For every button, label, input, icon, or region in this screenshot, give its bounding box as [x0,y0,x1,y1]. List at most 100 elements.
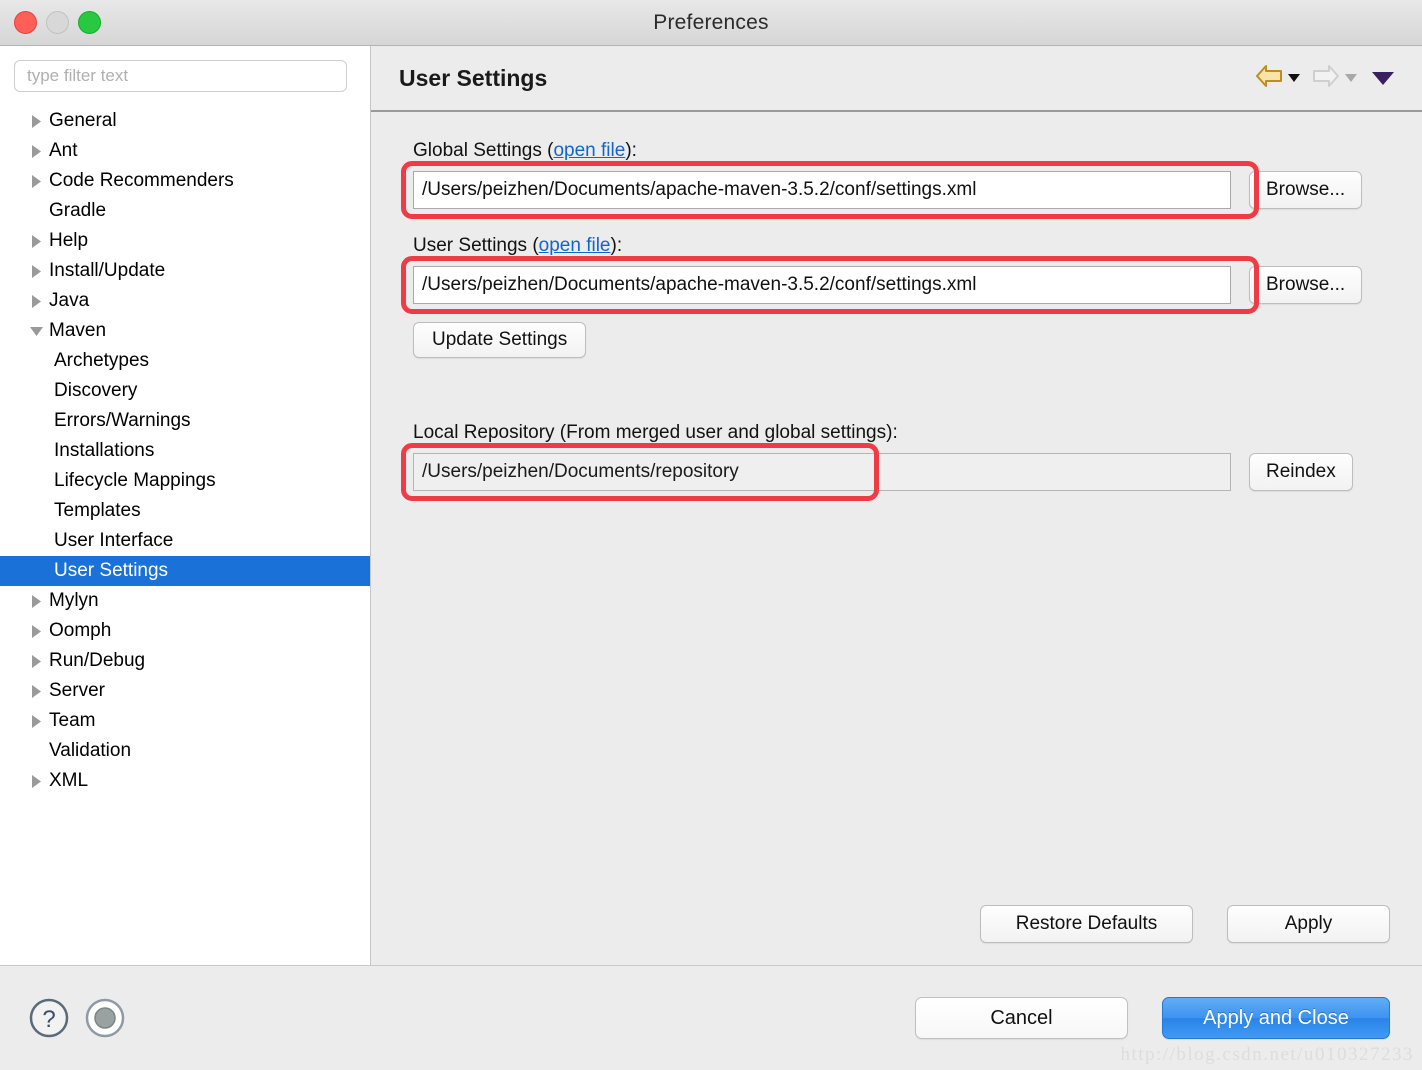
twisty-collapsed-icon[interactable] [28,774,45,789]
forward-arrow-icon [1311,63,1341,94]
sidebar-item-label: XML [49,770,89,791]
sidebar-item-archetypes[interactable]: Archetypes [0,346,370,376]
sidebar-item-label: Code Recommenders [49,170,234,191]
sidebar-item-oomph[interactable]: Oomph [0,616,370,646]
question-mark-help-icon[interactable]: ? [28,997,70,1039]
watermark-text: http://blog.csdn.net/u010327233 [1120,1044,1414,1065]
sidebar-item-label: Ant [49,140,78,161]
user-settings-open-file-link[interactable]: open file [539,235,611,256]
twisty-collapsed-icon[interactable] [28,174,45,189]
sidebar-item-label: User Interface [54,530,174,551]
sidebar-item-label: Validation [49,740,132,761]
back-chevron-down-icon[interactable] [1288,74,1300,82]
sidebar-item-label: Team [49,710,96,731]
window-titlebar: Preferences [0,0,1422,46]
user-settings-label-prefix: User Settings ( [413,235,539,256]
sidebar-item-installations[interactable]: Installations [0,436,370,466]
restore-defaults-button[interactable]: Restore Defaults [980,905,1193,943]
sidebar-item-gradle[interactable]: Gradle [0,196,370,226]
update-settings-button[interactable]: Update Settings [413,322,587,358]
twisty-collapsed-icon[interactable] [28,684,45,699]
sidebar-item-label: General [49,110,117,131]
sidebar-item-label: Server [49,680,105,701]
view-menu-chevron-icon[interactable] [1372,71,1394,85]
header-navigation [1254,63,1394,94]
sidebar-item-label: Maven [49,320,107,341]
local-repository-row: /Users/peizhen/Documents/repository Rein… [401,443,1390,501]
sidebar-item-label: Java [49,290,90,311]
twisty-collapsed-icon[interactable] [28,264,45,279]
back-arrow-icon [1254,63,1284,94]
sidebar-item-code-recommenders[interactable]: Code Recommenders [0,166,370,196]
global-settings-open-file-link[interactable]: open file [553,140,625,161]
sidebar-item-label: Errors/Warnings [54,410,191,431]
twisty-collapsed-icon[interactable] [28,294,45,309]
sidebar-item-label: Install/Update [49,260,166,281]
sidebar-item-run-debug[interactable]: Run/Debug [0,646,370,676]
sidebar-item-errors-warnings[interactable]: Errors/Warnings [0,406,370,436]
footer-left-icons: ? [28,997,126,1039]
page-title: User Settings [399,64,548,91]
minimize-button[interactable] [46,11,69,34]
sidebar-item-team[interactable]: Team [0,706,370,736]
apply-button[interactable]: Apply [1227,905,1390,943]
sidebar-item-validation[interactable]: Validation [0,736,370,766]
sidebar-item-xml[interactable]: XML [0,766,370,796]
sidebar-item-java[interactable]: Java [0,286,370,316]
twisty-collapsed-icon[interactable] [28,654,45,669]
sidebar-item-label: Installations [54,440,155,461]
forward-chevron-down-icon[interactable] [1345,74,1357,82]
global-settings-label-suffix: ): [625,140,637,161]
svg-text:?: ? [42,1006,55,1033]
global-settings-label: Global Settings (open file): [413,140,1390,162]
sidebar-item-label: Discovery [54,380,138,401]
sidebar-item-label: Lifecycle Mappings [54,470,216,491]
twisty-collapsed-icon[interactable] [28,624,45,639]
sidebar-item-label: Run/Debug [49,650,146,671]
twisty-collapsed-icon[interactable] [28,144,45,159]
global-settings-label-prefix: Global Settings ( [413,140,554,161]
sidebar-item-label: Archetypes [54,350,150,371]
preferences-window: Preferences GeneralAntCode RecommendersG… [0,0,1422,1070]
sidebar-item-user-interface[interactable]: User Interface [0,526,370,556]
twisty-expanded-icon[interactable] [28,325,45,338]
sidebar-item-server[interactable]: Server [0,676,370,706]
preferences-sidebar: General Ant Code Recommenders Gradle Help Ins… [0,46,371,965]
reindex-button[interactable]: Reindex [1249,453,1353,491]
twisty-collapsed-icon[interactable] [28,714,45,729]
footer-action-buttons: Cancel Apply and Close [915,997,1390,1039]
sidebar-item-discovery[interactable]: Discovery [0,376,370,406]
twisty-collapsed-icon[interactable] [28,594,45,609]
window-title: Preferences [653,10,769,34]
sidebar-item-general[interactable]: General [0,106,370,136]
sidebar-item-ant[interactable]: Ant [0,136,370,166]
main-content: Global Settings (open file): /Users/peiz… [371,112,1422,965]
user-settings-input[interactable]: /Users/peizhen/Documents/apache-maven-3.… [413,266,1231,304]
sidebar-item-templates[interactable]: Templates [0,496,370,526]
dialog-footer: ? Cancel Apply and Close http://blog.csd… [0,966,1422,1070]
global-settings-browse-button[interactable]: Browse... [1249,171,1363,209]
main-header: User Settings [371,46,1422,112]
sidebar-item-maven[interactable]: Maven [0,316,370,346]
filter-input[interactable] [14,60,347,92]
sidebar-item-lifecycle-mappings[interactable]: Lifecycle Mappings [0,466,370,496]
sidebar-item-label: Help [49,230,89,251]
back-button[interactable] [1254,63,1300,94]
sidebar-item-label: Gradle [49,200,107,221]
sidebar-item-install-update[interactable]: Install/Update [0,256,370,286]
twisty-collapsed-icon[interactable] [28,114,45,129]
sidebar-item-mylyn[interactable]: Mylyn [0,586,370,616]
global-settings-input[interactable]: /Users/peizhen/Documents/apache-maven-3.… [413,171,1231,209]
sidebar-item-help[interactable]: Help [0,226,370,256]
apply-and-close-button[interactable]: Apply and Close [1162,997,1390,1039]
zoom-button[interactable] [78,11,101,34]
cancel-button[interactable]: Cancel [915,997,1128,1039]
oomph-record-icon[interactable] [84,997,126,1039]
sidebar-item-label: Mylyn [49,590,99,611]
user-settings-browse-button[interactable]: Browse... [1249,266,1363,304]
forward-button[interactable] [1311,63,1357,94]
close-button[interactable] [14,11,37,34]
twisty-collapsed-icon[interactable] [28,234,45,249]
sidebar-item-user-settings[interactable]: User Settings [0,556,370,586]
